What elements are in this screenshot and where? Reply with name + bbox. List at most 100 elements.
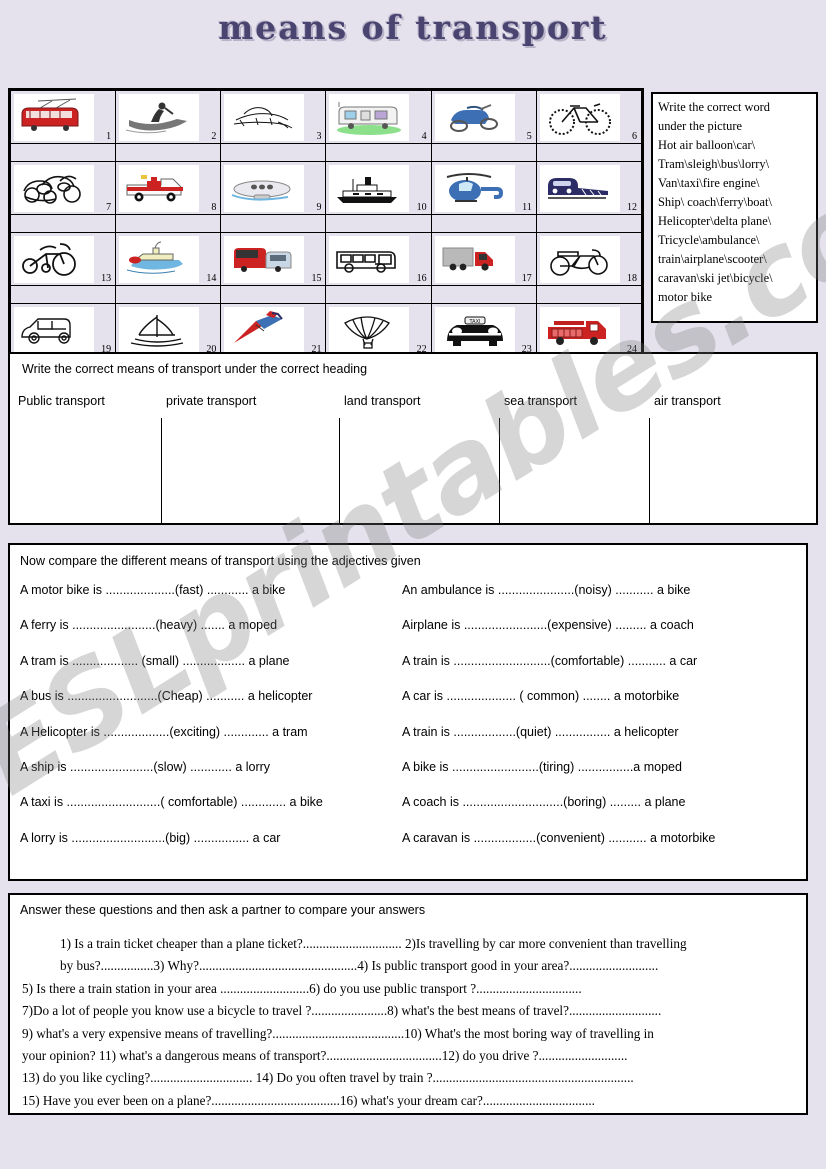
picture-row: 7 8 9 10 11 12	[9, 161, 643, 215]
classify-column[interactable]: sea transport	[500, 394, 650, 525]
compare-sentence[interactable]: A lorry is ...........................(b…	[20, 831, 400, 866]
question-line[interactable]: 9) what's a very expensive means of trav…	[22, 1023, 800, 1045]
question-line[interactable]: your opinion? 11) what's a dangerous mea…	[22, 1045, 800, 1067]
word-bank-box: Write the correct word under the picture H…	[651, 92, 818, 323]
picture-cell: 10	[325, 161, 432, 215]
answer-cell[interactable]	[220, 214, 327, 233]
picture-number: 17	[521, 273, 532, 284]
caravan-icon	[329, 93, 410, 141]
compare-sentence[interactable]: Airplane is ........................(exp…	[402, 618, 802, 653]
answer-cell[interactable]	[220, 143, 327, 162]
compare-sentence[interactable]: A taxi is ...........................( c…	[20, 795, 400, 830]
question-line[interactable]: 5) Is there a train station in your area…	[22, 978, 800, 1000]
picture-cell: 21	[220, 303, 327, 357]
compare-sentence[interactable]: A train is ..................(quiet) ...…	[402, 725, 802, 760]
picture-number: 11	[522, 202, 532, 213]
picture-number: 18	[627, 273, 637, 284]
compare-sentence[interactable]: A Helicopter is ...................(exci…	[20, 725, 400, 760]
picture-number: 6	[632, 131, 637, 142]
compare-instruction: Now compare the different means of trans…	[20, 554, 421, 568]
word-bank-line: Helicopter\delta plane\	[658, 214, 772, 228]
answer-cell[interactable]	[325, 214, 432, 233]
train-icon	[539, 164, 620, 212]
answer-cell[interactable]	[220, 285, 327, 304]
lorry-icon	[434, 235, 515, 283]
picture-cell: 7	[9, 161, 117, 215]
answer-cell[interactable]	[325, 285, 432, 304]
sleigh-icon	[224, 93, 305, 141]
compare-sentence[interactable]: A tram is ................... (small) ..…	[20, 654, 400, 689]
picture-number: 7	[106, 202, 112, 213]
classify-exercise-box: Write the correct means of transport und…	[8, 352, 818, 525]
picture-cell: 6	[535, 90, 643, 144]
answer-cell[interactable]	[9, 214, 117, 233]
answer-row[interactable]	[9, 143, 643, 162]
picture-row: 13 14 15 16 17 18	[9, 232, 643, 286]
picture-cell: 20	[115, 303, 222, 357]
classify-column[interactable]: Public transport	[14, 394, 162, 525]
picture-number: 5	[526, 131, 532, 142]
compare-sentence[interactable]: A bus is ..........................(Chea…	[20, 689, 400, 724]
classify-column-label: land transport	[344, 394, 421, 408]
compare-sentence[interactable]: A motor bike is ....................(fas…	[20, 583, 400, 618]
answer-cell[interactable]	[9, 285, 117, 304]
answer-cell[interactable]	[115, 214, 222, 233]
compare-sentence[interactable]: An ambulance is ......................(n…	[402, 583, 802, 618]
compare-sentence[interactable]: A ship is ........................(slow)…	[20, 760, 400, 795]
answer-cell[interactable]	[535, 214, 643, 233]
tram-icon	[14, 93, 94, 141]
picture-cell: 15	[220, 232, 327, 286]
word-bank-line: caravan\ski jet\bicycle\	[658, 271, 773, 285]
taxi-icon: TAXI	[434, 306, 515, 354]
picture-cell: 18	[535, 232, 643, 286]
classify-column[interactable]: land transport	[340, 394, 500, 525]
answer-cell[interactable]	[115, 143, 222, 162]
picture-number: 10	[416, 202, 427, 213]
fire-engine-icon	[539, 306, 620, 354]
answer-row[interactable]	[9, 214, 643, 233]
compare-sentence[interactable]: A coach is .............................…	[402, 795, 802, 830]
answer-cell[interactable]	[430, 285, 537, 304]
compare-sentence[interactable]: A caravan is ..................(convenie…	[402, 831, 802, 866]
question-line[interactable]: 13) do you like cycling?................…	[22, 1067, 800, 1089]
picture-cell: 3	[220, 90, 327, 144]
answer-cell[interactable]	[430, 214, 537, 233]
car-icon	[14, 306, 94, 354]
picture-number: 14	[206, 273, 217, 284]
answer-cell[interactable]	[430, 143, 537, 162]
answer-cell[interactable]	[535, 143, 643, 162]
classify-column-label: air transport	[654, 394, 721, 408]
word-bank-line: Tricycle\ambulance\	[658, 233, 760, 247]
picture-cell: 14	[115, 232, 222, 286]
question-line[interactable]: 7)Do a lot of people you know use a bicy…	[22, 1000, 800, 1022]
picture-cell: 16	[325, 232, 432, 286]
page-title: means of transport	[218, 8, 608, 47]
answer-cell[interactable]	[9, 143, 117, 162]
ship-icon	[329, 164, 410, 212]
answer-cell[interactable]	[535, 285, 643, 304]
delta-plane-icon	[224, 306, 305, 354]
compare-sentence[interactable]: A train is ............................(…	[402, 654, 802, 689]
word-bank-line: motor bike	[658, 290, 713, 304]
bus-icon	[329, 235, 410, 283]
ferry-icon	[119, 235, 200, 283]
scooter-icon	[434, 93, 515, 141]
compare-sentence[interactable]: A car is .................... ( common) …	[402, 689, 802, 724]
question-line[interactable]: 15) Have you ever been on a plane?......…	[22, 1090, 800, 1112]
classify-column-label: private transport	[166, 394, 257, 408]
answer-row[interactable]	[9, 285, 643, 304]
airship-icon	[224, 164, 305, 212]
picture-cell: 22	[325, 303, 432, 357]
classify-column[interactable]: air transport	[650, 394, 812, 525]
answer-cell[interactable]	[115, 285, 222, 304]
question-line[interactable]: 1) Is a train ticket cheaper than a plan…	[60, 933, 800, 955]
compare-sentence[interactable]: A bike is .........................(tiri…	[402, 760, 802, 795]
picture-cell: 13	[9, 232, 117, 286]
compare-sentence[interactable]: A ferry is ........................(heav…	[20, 618, 400, 653]
answer-cell[interactable]	[325, 143, 432, 162]
question-line[interactable]: by bus?................3) Why?..........…	[60, 955, 800, 977]
picture-cell: 8	[115, 161, 222, 215]
picture-cell: 11	[430, 161, 537, 215]
classify-column-label: Public transport	[18, 394, 105, 408]
classify-column[interactable]: private transport	[162, 394, 340, 525]
